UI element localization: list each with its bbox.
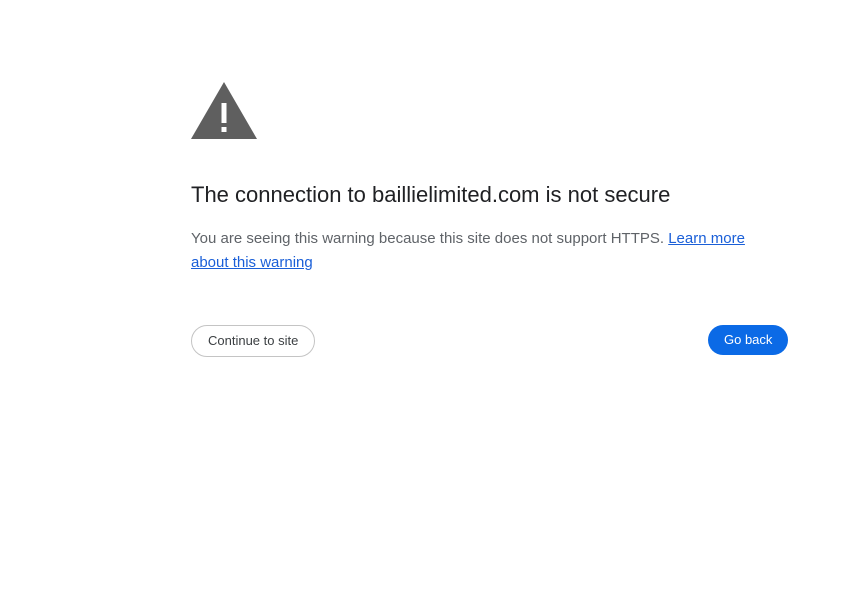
- warning-icon: [190, 81, 258, 141]
- warning-message: You are seeing this warning because this…: [191, 227, 771, 275]
- page-title: The connection to baillielimited.com is …: [191, 182, 671, 207]
- warning-triangle-icon: [191, 82, 257, 139]
- go-back-button[interactable]: Go back: [708, 325, 789, 355]
- warning-message-text: You are seeing this warning because this…: [191, 230, 669, 247]
- continue-to-site-button[interactable]: Continue to site: [191, 325, 316, 357]
